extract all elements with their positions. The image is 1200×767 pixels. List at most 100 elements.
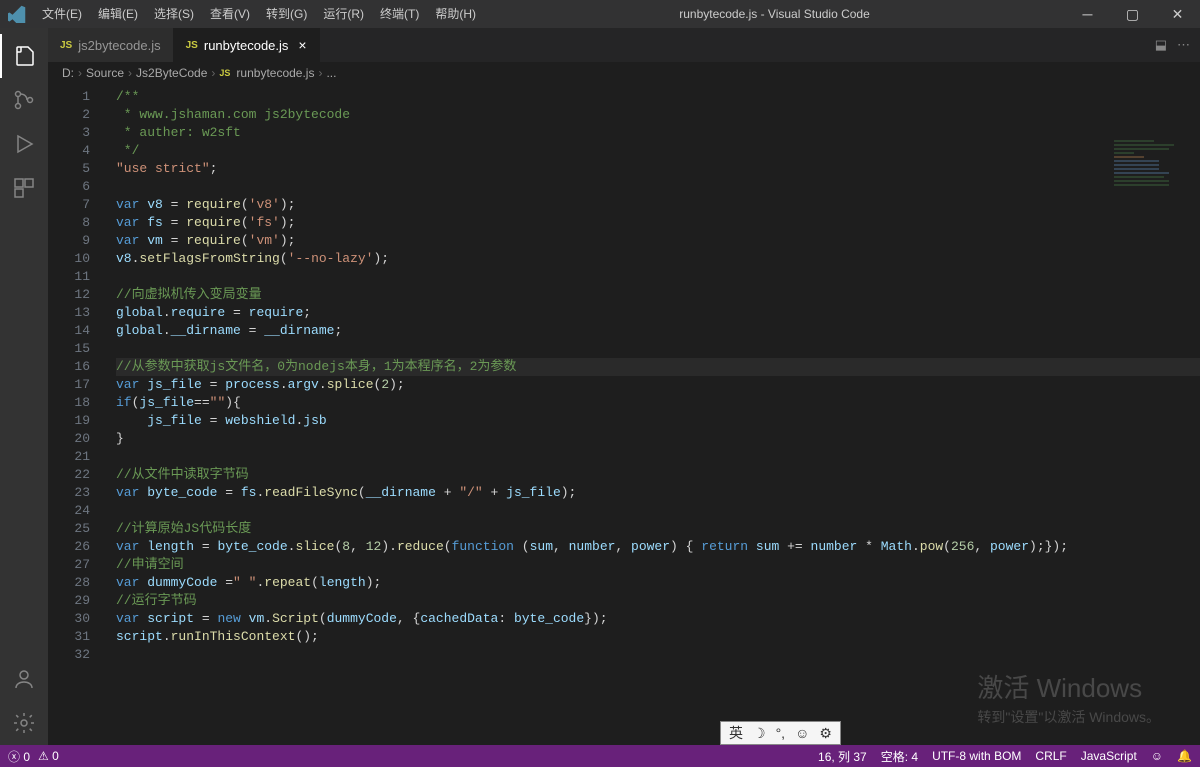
status-errors[interactable]: ⓧ 0 <box>8 748 30 765</box>
line-number: 7 <box>48 196 90 214</box>
status-language[interactable]: JavaScript <box>1081 749 1137 763</box>
chevron-right-icon: › <box>211 66 215 80</box>
code-line[interactable]: var length = byte_code.slice(8, 12).redu… <box>116 538 1200 556</box>
code-content[interactable]: /** * www.jshaman.com js2bytecode * auth… <box>108 84 1200 745</box>
code-editor[interactable]: 1234567891011121314151617181920212223242… <box>48 84 1200 745</box>
menu-item[interactable]: 帮助(H) <box>427 0 484 28</box>
code-line[interactable]: script.runInThisContext(); <box>116 628 1200 646</box>
js-file-icon: JS <box>186 40 198 51</box>
menu-item[interactable]: 终端(T) <box>372 0 427 28</box>
code-line[interactable] <box>116 268 1200 286</box>
breadcrumb-item[interactable]: Source <box>86 66 124 80</box>
explorer-icon[interactable] <box>0 34 48 78</box>
code-line[interactable]: * www.jshaman.com js2bytecode <box>116 106 1200 124</box>
code-line[interactable]: //运行字节码 <box>116 592 1200 610</box>
line-number: 11 <box>48 268 90 286</box>
status-feedback-icon[interactable]: ☺ <box>1151 749 1163 763</box>
code-line[interactable]: var dummyCode =" ".repeat(length); <box>116 574 1200 592</box>
line-number: 21 <box>48 448 90 466</box>
split-editor-icon[interactable]: ⬓ <box>1155 37 1167 53</box>
code-line[interactable]: var vm = require('vm'); <box>116 232 1200 250</box>
close-button[interactable]: ✕ <box>1155 0 1200 28</box>
code-line[interactable] <box>116 502 1200 520</box>
code-line[interactable]: "use strict"; <box>116 160 1200 178</box>
code-line[interactable]: var byte_code = fs.readFileSync(__dirnam… <box>116 484 1200 502</box>
status-cursor-position[interactable]: 16, 列 37 <box>818 748 867 765</box>
close-tab-icon[interactable]: × <box>298 37 306 53</box>
code-line[interactable]: //申请空间 <box>116 556 1200 574</box>
status-warnings[interactable]: ⚠ 0 <box>38 749 59 763</box>
line-number: 14 <box>48 322 90 340</box>
line-number: 23 <box>48 484 90 502</box>
code-line[interactable]: //从文件中读取字节码 <box>116 466 1200 484</box>
code-line[interactable]: } <box>116 430 1200 448</box>
code-line[interactable]: var fs = require('fs'); <box>116 214 1200 232</box>
ime-toolbar[interactable]: 英 ☽ °, ☺ ⚙ <box>720 721 841 745</box>
line-number: 27 <box>48 556 90 574</box>
run-debug-icon[interactable] <box>0 122 48 166</box>
status-bell-icon[interactable]: 🔔 <box>1177 749 1192 763</box>
code-line[interactable] <box>116 448 1200 466</box>
js-file-icon: JS <box>60 40 72 51</box>
status-eol[interactable]: CRLF <box>1035 749 1066 763</box>
more-actions-icon[interactable]: ⋯ <box>1177 37 1190 53</box>
ime-punct-icon[interactable]: °, <box>776 725 786 741</box>
code-line[interactable]: var v8 = require('v8'); <box>116 196 1200 214</box>
breadcrumb-file[interactable]: runbytecode.js <box>236 66 314 80</box>
breadcrumb-item[interactable]: Js2ByteCode <box>136 66 207 80</box>
editor-tab[interactable]: JSrunbytecode.js× <box>174 28 320 62</box>
code-line[interactable]: var script = new vm.Script(dummyCode, {c… <box>116 610 1200 628</box>
line-number: 18 <box>48 394 90 412</box>
code-line[interactable]: //从参数中获取js文件名，0为nodejs本身，1为本程序名，2为参数 <box>116 358 1200 376</box>
line-number: 6 <box>48 178 90 196</box>
code-line[interactable]: v8.setFlagsFromString('--no-lazy'); <box>116 250 1200 268</box>
line-number: 16 <box>48 358 90 376</box>
menu-item[interactable]: 编辑(E) <box>90 0 146 28</box>
code-line[interactable]: js_file = webshield.jsb <box>116 412 1200 430</box>
chevron-right-icon: › <box>318 66 322 80</box>
code-line[interactable] <box>116 646 1200 664</box>
minimap[interactable] <box>1114 140 1184 220</box>
line-number: 32 <box>48 646 90 664</box>
code-line[interactable] <box>116 340 1200 358</box>
extensions-icon[interactable] <box>0 166 48 210</box>
ime-lang-label[interactable]: 英 <box>729 723 743 743</box>
editor-tab[interactable]: JS js2bytecode.js <box>48 28 174 62</box>
menu-item[interactable]: 查看(V) <box>202 0 258 28</box>
minimize-button[interactable]: ─ <box>1065 0 1110 28</box>
line-number: 13 <box>48 304 90 322</box>
menu-item[interactable]: 运行(R) <box>315 0 372 28</box>
code-line[interactable]: var js_file = process.argv.splice(2); <box>116 376 1200 394</box>
line-number: 28 <box>48 574 90 592</box>
menu-item[interactable]: 文件(E) <box>34 0 90 28</box>
code-line[interactable]: * auther: w2sft <box>116 124 1200 142</box>
ime-moon-icon[interactable]: ☽ <box>753 725 766 742</box>
code-line[interactable]: if(js_file==""){ <box>116 394 1200 412</box>
settings-gear-icon[interactable] <box>0 701 48 745</box>
status-indent[interactable]: 空格: 4 <box>881 748 918 765</box>
ime-settings-icon[interactable]: ⚙ <box>819 725 832 742</box>
code-line[interactable]: //向虚拟机传入变局变量 <box>116 286 1200 304</box>
status-encoding[interactable]: UTF-8 with BOM <box>932 749 1021 763</box>
menu-item[interactable]: 选择(S) <box>146 0 202 28</box>
line-number: 9 <box>48 232 90 250</box>
breadcrumb-item[interactable]: D: <box>62 66 74 80</box>
watermark-line-2: 转到"设置"以激活 Windows。 <box>977 707 1160 727</box>
line-number: 3 <box>48 124 90 142</box>
code-line[interactable]: //计算原始JS代码长度 <box>116 520 1200 538</box>
tab-label: js2bytecode.js <box>78 38 160 53</box>
maximize-button[interactable]: ▢ <box>1110 0 1155 28</box>
code-line[interactable]: global.require = require; <box>116 304 1200 322</box>
code-line[interactable]: global.__dirname = __dirname; <box>116 322 1200 340</box>
editor-tabs: JS js2bytecode.js JSrunbytecode.js× ⬓ ⋯ <box>48 28 1200 62</box>
breadcrumb-tail[interactable]: ... <box>326 66 336 80</box>
source-control-icon[interactable] <box>0 78 48 122</box>
code-line[interactable] <box>116 178 1200 196</box>
code-line[interactable]: /** <box>116 88 1200 106</box>
breadcrumbs[interactable]: D:›Source›Js2ByteCode›JS runbytecode.js›… <box>48 62 1200 84</box>
account-icon[interactable] <box>0 657 48 701</box>
ime-emoji-icon[interactable]: ☺ <box>795 725 809 741</box>
vscode-logo-icon <box>0 5 34 23</box>
menu-item[interactable]: 转到(G) <box>258 0 315 28</box>
code-line[interactable]: */ <box>116 142 1200 160</box>
